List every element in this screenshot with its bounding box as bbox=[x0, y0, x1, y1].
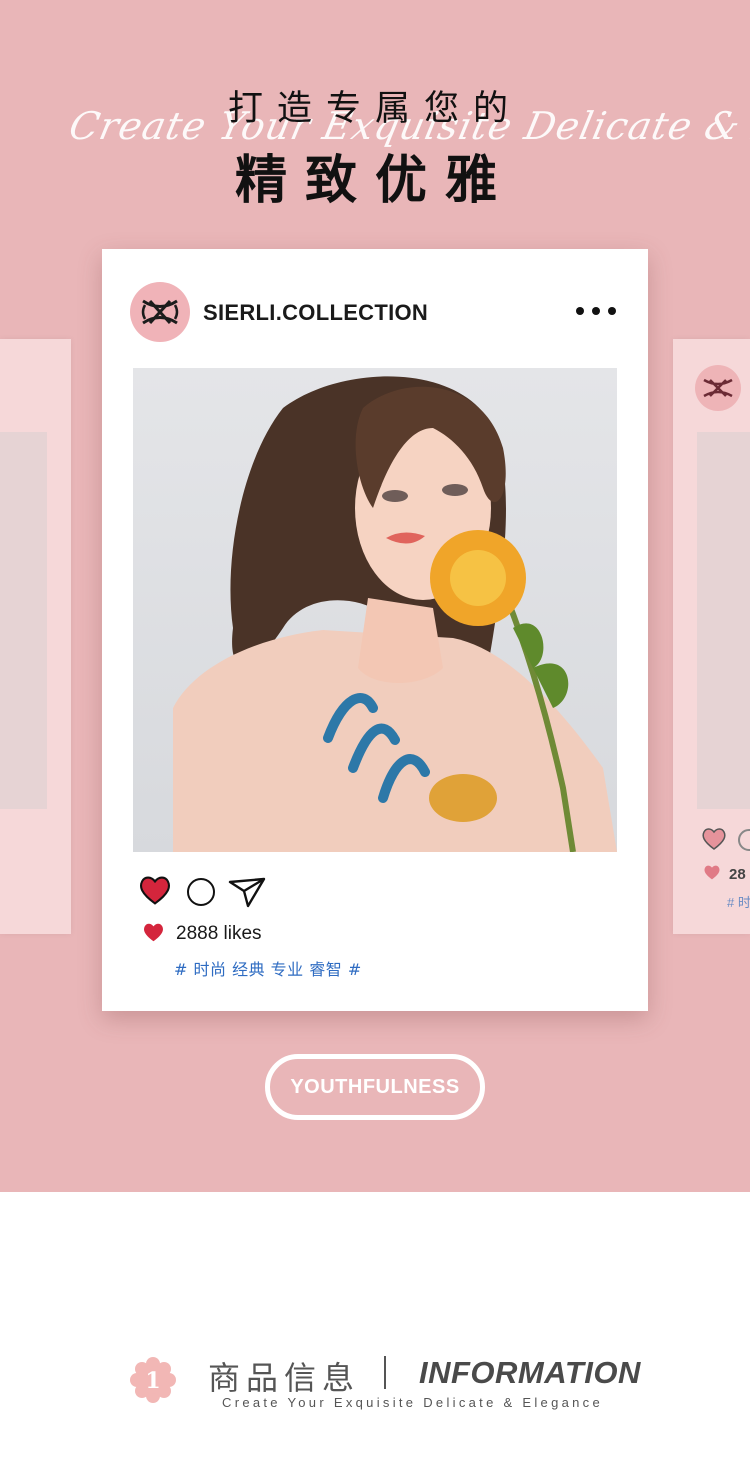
model-photo-illustration bbox=[173, 376, 617, 852]
heart-icon[interactable] bbox=[138, 875, 172, 906]
side-card-right: 28 # 时 bbox=[673, 339, 750, 934]
side-card-photo bbox=[0, 432, 47, 809]
more-dot bbox=[576, 307, 584, 315]
side-avatar bbox=[695, 365, 741, 411]
hero-title-line2: 精致优雅 bbox=[234, 151, 515, 211]
heart-icon bbox=[702, 828, 726, 850]
more-dot bbox=[592, 307, 600, 315]
post-username[interactable]: SIERLI.COLLECTION bbox=[203, 300, 428, 326]
brand-logo-icon bbox=[141, 299, 179, 325]
brand-logo-icon bbox=[703, 378, 733, 398]
side-card-photo bbox=[697, 432, 750, 809]
youthfulness-badge: YOUTHFULNESS bbox=[265, 1054, 485, 1120]
side-card-left bbox=[0, 339, 71, 934]
comment-icon[interactable] bbox=[187, 878, 215, 906]
post-card: SIERLI.COLLECTION 2888 likes # 时尚 经典 专业 … bbox=[102, 249, 648, 1011]
info-subtitle: Create Your Exquisite Delicate & Eleganc… bbox=[222, 1395, 604, 1410]
comment-icon bbox=[738, 829, 750, 851]
info-title-en: INFORMATION bbox=[419, 1355, 641, 1390]
flower-number-icon: 1 bbox=[130, 1357, 176, 1403]
more-dot bbox=[608, 307, 616, 315]
avatar[interactable] bbox=[130, 282, 190, 342]
hero-title-line1: 打造专属您的 bbox=[227, 89, 522, 129]
info-divider bbox=[384, 1356, 386, 1389]
more-icon[interactable] bbox=[576, 307, 616, 319]
info-number: 1 bbox=[145, 1368, 160, 1394]
share-icon[interactable] bbox=[228, 876, 266, 908]
likes-count: 2888 likes bbox=[176, 923, 262, 944]
heart-icon bbox=[144, 923, 163, 942]
side-likes-text: 28 bbox=[729, 866, 746, 883]
info-title-cn: 商品信息 bbox=[208, 1359, 361, 1397]
hero-section: Create Your Exquisite Delicate & Eleganc… bbox=[0, 0, 750, 1192]
post-tags[interactable]: # 时尚 经典 专业 睿智 # bbox=[174, 956, 362, 980]
post-photo bbox=[133, 368, 617, 852]
heart-icon bbox=[704, 865, 720, 880]
side-tags-text: # 时 bbox=[727, 895, 750, 910]
